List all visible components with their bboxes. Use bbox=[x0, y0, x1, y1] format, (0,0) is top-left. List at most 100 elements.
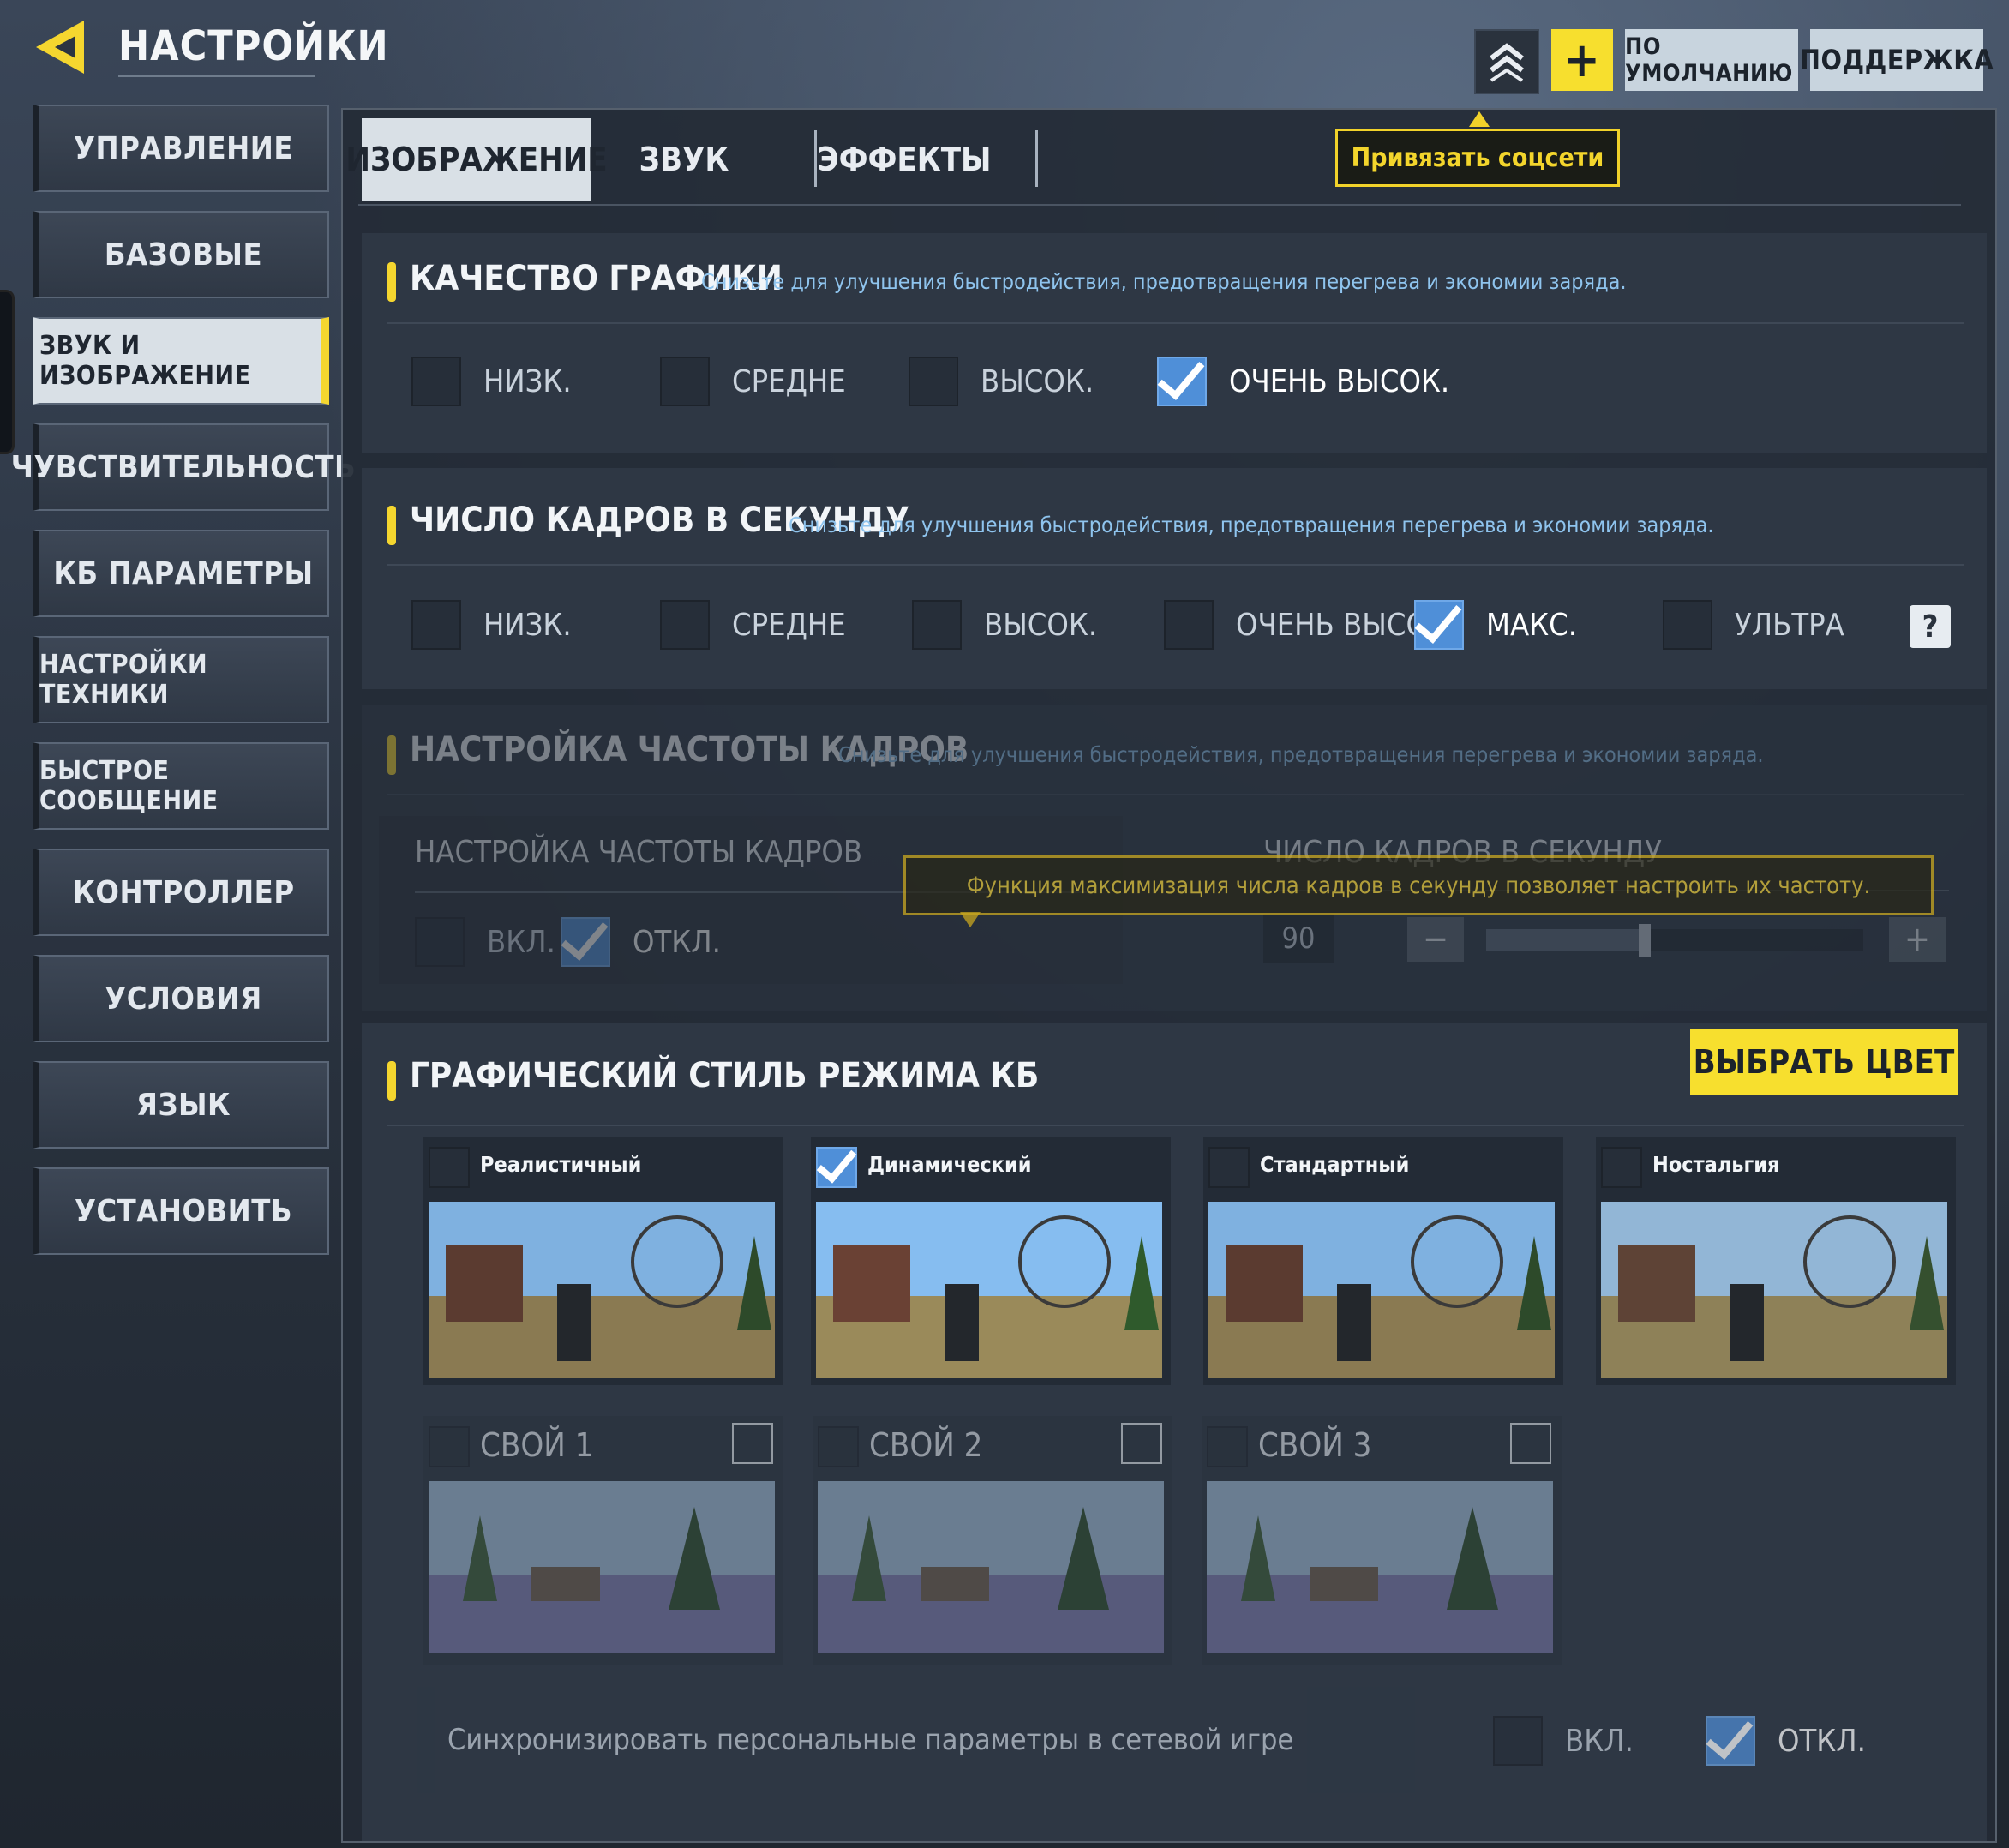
section-title: ГРАФИЧЕСКИЙ СТИЛЬ РЕЖИМА КБ bbox=[410, 1056, 1040, 1095]
frame-rate-on-option[interactable]: ВКЛ. bbox=[415, 917, 555, 967]
fps-option-ultra[interactable]: УЛЬТРА bbox=[1663, 600, 1844, 650]
fps-increase-button[interactable]: + bbox=[1889, 917, 1946, 962]
sync-off-option[interactable]: ОТКЛ. bbox=[1706, 1716, 1866, 1766]
checkbox[interactable] bbox=[912, 600, 962, 650]
quality-option-medium[interactable]: СРЕДНЕ bbox=[660, 357, 846, 406]
checkbox[interactable] bbox=[660, 357, 710, 406]
sidebar-item-vehicle-settings[interactable]: НАСТРОЙКИ ТЕХНИКИ bbox=[33, 636, 329, 723]
style-label: Реалистичный bbox=[480, 1152, 642, 1177]
fps-option-high[interactable]: ВЫСОК. bbox=[912, 600, 1097, 650]
style-label: Динамический bbox=[867, 1152, 1032, 1177]
style-card-nostalgia[interactable]: Ностальгия bbox=[1596, 1137, 1956, 1385]
checkbox-checked[interactable] bbox=[1157, 357, 1207, 406]
fps-option-low[interactable]: НИЗК. bbox=[411, 600, 572, 650]
back-arrow-icon[interactable] bbox=[33, 15, 87, 79]
sidebar-item-sound-graphics[interactable]: ЗВУК И ИЗОБРАЖЕНИЕ bbox=[33, 317, 329, 405]
style-preview-image bbox=[429, 1202, 775, 1378]
checkbox[interactable] bbox=[1208, 1147, 1250, 1188]
option-label: НИЗК. bbox=[483, 363, 572, 399]
sidebar-item-language[interactable]: ЯЗЫК bbox=[33, 1061, 329, 1149]
sidebar-item-controller[interactable]: КОНТРОЛЛЕР bbox=[33, 849, 329, 936]
sidebar-item-quick-message[interactable]: БЫСТРОЕ СООБЩЕНИЕ bbox=[33, 742, 329, 830]
option-label: ВКЛ. bbox=[487, 924, 555, 960]
checkbox[interactable] bbox=[1663, 600, 1712, 650]
checkbox[interactable] bbox=[818, 1426, 859, 1467]
checkbox[interactable] bbox=[1207, 1426, 1248, 1467]
checkbox[interactable] bbox=[660, 600, 710, 650]
edit-icon[interactable] bbox=[732, 1423, 773, 1464]
custom-style-2[interactable]: СВОЙ 2 bbox=[813, 1416, 1172, 1665]
style-label: Стандартный bbox=[1260, 1152, 1410, 1177]
option-label: ОТКЛ. bbox=[1778, 1723, 1866, 1759]
tab-image[interactable]: ИЗОБРАЖЕНИЕ bbox=[345, 118, 608, 201]
checkbox[interactable] bbox=[429, 1426, 470, 1467]
checkbox[interactable] bbox=[1601, 1147, 1642, 1188]
checkbox-checked[interactable] bbox=[816, 1147, 857, 1188]
slider-thumb[interactable] bbox=[1638, 924, 1651, 957]
sidebar-item-install[interactable]: УСТАНОВИТЬ bbox=[33, 1167, 329, 1255]
support-button[interactable]: ПОДДЕРЖКА bbox=[1800, 29, 1994, 91]
custom-style-1[interactable]: СВОЙ 1 bbox=[423, 1416, 783, 1665]
edit-icon[interactable] bbox=[1121, 1423, 1162, 1464]
tab-sound[interactable]: ЗВУК bbox=[598, 118, 770, 201]
checkbox-checked[interactable] bbox=[1706, 1716, 1755, 1766]
section-marker bbox=[387, 735, 396, 775]
sidebar-item-controls[interactable]: УПРАВЛЕНИЕ bbox=[33, 105, 329, 192]
fps-slider[interactable] bbox=[1486, 924, 1863, 957]
sidebar-item-terms[interactable]: УСЛОВИЯ bbox=[33, 955, 329, 1042]
pick-color-button[interactable]: ВЫБРАТЬ ЦВЕТ bbox=[1690, 1029, 1958, 1095]
help-icon[interactable]: ? bbox=[1910, 605, 1951, 648]
quality-option-high[interactable]: ВЫСОК. bbox=[909, 357, 1094, 406]
custom-preview-image bbox=[818, 1481, 1164, 1653]
quality-option-low[interactable]: НИЗК. bbox=[411, 357, 572, 406]
checkbox[interactable] bbox=[415, 917, 465, 967]
checkbox-checked[interactable] bbox=[1414, 600, 1464, 650]
toggle-title: НАСТРОЙКА ЧАСТОТЫ КАДРОВ bbox=[415, 835, 863, 870]
option-label: ОТКЛ. bbox=[633, 924, 721, 960]
style-card-standard[interactable]: Стандартный bbox=[1203, 1137, 1563, 1385]
quality-option-very-high[interactable]: ОЧЕНЬ ВЫСОК. bbox=[1157, 357, 1449, 406]
custom-style-label: СВОЙ 1 bbox=[480, 1426, 594, 1464]
section-marker bbox=[387, 1061, 396, 1101]
option-label: ВЫСОК. bbox=[984, 607, 1098, 643]
fps-option-medium[interactable]: СРЕДНЕ bbox=[660, 600, 846, 650]
option-label: ВЫСОК. bbox=[981, 363, 1094, 399]
checkbox[interactable] bbox=[429, 1147, 470, 1188]
add-button[interactable]: + bbox=[1551, 29, 1613, 91]
default-settings-button[interactable]: ПО УМОЛЧАНИЮ bbox=[1625, 29, 1798, 91]
sync-on-option[interactable]: ВКЛ. bbox=[1493, 1716, 1634, 1766]
custom-preview-image bbox=[429, 1481, 775, 1653]
option-label: МАКС. bbox=[1486, 607, 1577, 643]
fps-option-max[interactable]: МАКС. bbox=[1414, 600, 1577, 650]
sidebar-item-basic[interactable]: БАЗОВЫЕ bbox=[33, 211, 329, 298]
checkbox-checked[interactable] bbox=[561, 917, 610, 967]
title-underline bbox=[118, 75, 315, 77]
custom-style-label: СВОЙ 3 bbox=[1258, 1426, 1372, 1464]
custom-preview-image bbox=[1207, 1481, 1553, 1653]
frame-rate-off-option[interactable]: ОТКЛ. bbox=[561, 917, 721, 967]
checkbox[interactable] bbox=[909, 357, 958, 406]
side-drawer-handle[interactable] bbox=[0, 290, 15, 454]
sidebar-item-br-params[interactable]: КБ ПАРАМЕТРЫ bbox=[33, 530, 329, 617]
style-card-dynamic[interactable]: Динамический bbox=[811, 1137, 1171, 1385]
section-hint: Снизьте для улучшения быстродействия, пр… bbox=[789, 513, 1714, 537]
sidebar-item-sensitivity[interactable]: ЧУВСТВИТЕЛЬНОСТЬ bbox=[11, 423, 356, 511]
page-title: НАСТРОЙКИ bbox=[118, 22, 389, 70]
fps-option-very-high[interactable]: ОЧЕНЬ ВЫСОК. bbox=[1164, 600, 1456, 650]
fps-decrease-button[interactable]: − bbox=[1407, 917, 1464, 962]
tabs-underline bbox=[358, 204, 1961, 206]
rank-button[interactable] bbox=[1474, 29, 1539, 94]
slider-fill bbox=[1486, 929, 1645, 951]
fps-section: ЧИСЛО КАДРОВ В СЕКУНДУ Снизьте для улучш… bbox=[362, 468, 1987, 689]
checkbox[interactable] bbox=[1164, 600, 1214, 650]
rank-chevron-icon bbox=[1490, 43, 1524, 82]
sync-settings-row: Синхронизировать персональные параметры … bbox=[417, 1687, 1956, 1793]
bind-social-tooltip[interactable]: Привязать соцсети bbox=[1335, 129, 1620, 187]
checkbox[interactable] bbox=[411, 357, 461, 406]
tab-effects[interactable]: ЭФФЕКТЫ bbox=[806, 118, 1003, 201]
style-card-realistic[interactable]: Реалистичный bbox=[423, 1137, 783, 1385]
custom-style-3[interactable]: СВОЙ 3 bbox=[1202, 1416, 1562, 1665]
checkbox[interactable] bbox=[1493, 1716, 1543, 1766]
edit-icon[interactable] bbox=[1510, 1423, 1551, 1464]
checkbox[interactable] bbox=[411, 600, 461, 650]
